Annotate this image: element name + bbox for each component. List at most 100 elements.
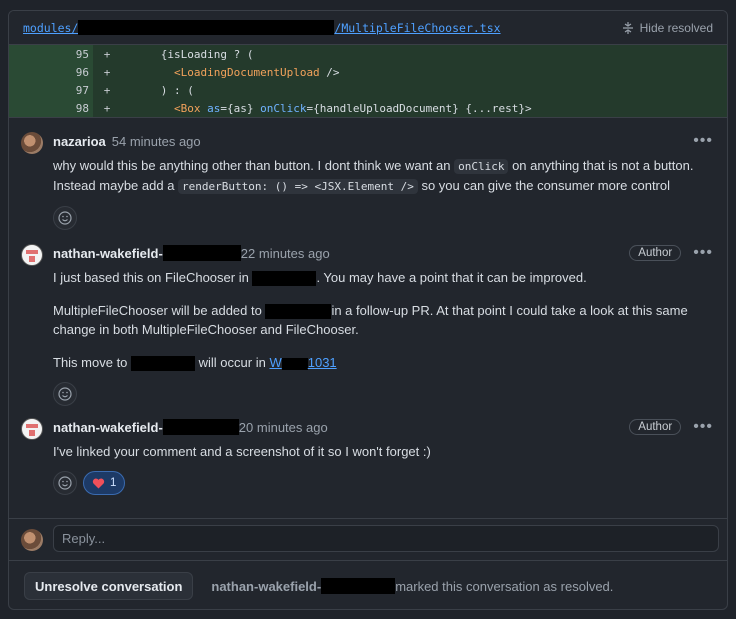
diff-sign: +	[103, 47, 111, 61]
comment-paragraph: MultipleFileChooser will be added to in …	[53, 301, 713, 339]
redacted-text	[281, 357, 308, 370]
comment-body: why would this be anything other than bu…	[53, 156, 713, 196]
file-header: modules/ /MultipleFileChooser.tsx Hide r…	[9, 11, 727, 45]
code-text-post: ={handleUploadDocument} {...rest}>	[306, 101, 532, 115]
add-reaction-button[interactable]	[53, 382, 77, 406]
comment-actions: Author •••	[629, 419, 713, 435]
heart-reaction[interactable]: 1	[83, 471, 126, 495]
diff-line: 97 + ) : (	[9, 81, 727, 99]
comment-author[interactable]: nathan-wakefield-	[53, 246, 163, 261]
kebab-icon[interactable]: •••	[693, 133, 713, 149]
heart-icon	[92, 478, 105, 489]
reactions: 1	[53, 471, 713, 495]
comment-text: Instead maybe add a	[53, 178, 179, 193]
comment-actions: Author •••	[629, 245, 713, 261]
hide-resolved-icon	[622, 21, 633, 34]
comment: nathan-wakefield- 22 minutes ago Author …	[9, 230, 727, 406]
inline-code: onClick	[454, 159, 509, 174]
line-number: 95	[9, 45, 93, 63]
comment-header: nazarioa 54 minutes ago •••	[53, 130, 713, 152]
add-reaction-button[interactable]	[53, 206, 77, 230]
redacted-path	[78, 20, 335, 35]
comment-time[interactable]: 20 minutes ago	[239, 420, 328, 435]
reply-row: Reply...	[9, 518, 727, 560]
smiley-icon	[58, 387, 72, 401]
redacted-name	[162, 419, 239, 435]
comment-text: I just based this on FileChooser in	[53, 270, 253, 285]
code-attr: onClick	[260, 101, 307, 115]
avatar[interactable]	[21, 244, 43, 266]
comment: nathan-wakefield- 20 minutes ago Author …	[9, 404, 727, 500]
redacted-text	[265, 304, 332, 320]
diff-sign: +	[103, 83, 111, 97]
code-text-mid: ={as}	[220, 101, 261, 115]
smiley-icon	[58, 211, 72, 225]
comment-text: so you can give the consumer more contro…	[417, 178, 671, 193]
comment: nazarioa 54 minutes ago ••• why would th…	[9, 118, 727, 230]
hide-resolved-label: Hide resolved	[639, 20, 713, 35]
author-badge: Author	[629, 419, 682, 435]
file-path-suffix[interactable]: /MultipleFileChooser.tsx	[334, 21, 500, 35]
avatar[interactable]	[21, 132, 43, 154]
resolver-name[interactable]: nathan-wakefield-	[211, 579, 321, 594]
comment-header: nathan-wakefield- 22 minutes ago Author …	[53, 242, 713, 264]
comment-paragraph: This move to will occur in W 1031	[53, 353, 713, 372]
diff-sign: +	[103, 101, 111, 115]
reactions	[53, 382, 713, 406]
inline-code: renderButton: () => <JSX.Element />	[178, 179, 418, 194]
issue-link-prefix: W	[269, 355, 282, 370]
diff-line: 96 + <LoadingDocumentUpload />	[9, 63, 727, 81]
issue-link-number: 1031	[307, 355, 337, 370]
comment-text: MultipleFileChooser will be added to	[53, 303, 266, 318]
avatar[interactable]	[21, 418, 43, 440]
diff-snippet: 95 + {isLoading ? ( 96 + <LoadingDocumen…	[9, 45, 727, 118]
comment-author[interactable]: nazarioa	[53, 134, 106, 149]
code-bracket: <	[121, 65, 181, 79]
comment-time[interactable]: 54 minutes ago	[112, 134, 201, 149]
comment-text: . You may have a point that it can be im…	[316, 270, 587, 285]
resolved-status: nathan-wakefield- marked this conversati…	[211, 578, 613, 594]
review-thread: modules/ /MultipleFileChooser.tsx Hide r…	[8, 10, 728, 610]
redacted-text	[131, 356, 196, 372]
thread-footer: Unresolve conversation nathan-wakefield-…	[9, 560, 727, 609]
comment-paragraph: I've linked your comment and a screensho…	[53, 444, 431, 459]
line-number: 96	[9, 63, 93, 81]
comment-body: I just based this on FileChooser in . Yo…	[53, 268, 713, 372]
issue-link[interactable]: W 1031	[269, 355, 336, 370]
comment-body: I've linked your comment and a screensho…	[53, 442, 713, 461]
comment-text: This move to	[53, 355, 132, 370]
kebab-icon[interactable]: •••	[693, 419, 713, 435]
code-text: ) : (	[121, 83, 194, 97]
comment-time[interactable]: 22 minutes ago	[241, 246, 330, 261]
code-text: <LoadingDocumentUpload />	[121, 66, 340, 79]
comment-text: will occur in	[195, 355, 270, 370]
diff-line: 95 + {isLoading ? (	[9, 45, 727, 63]
line-number: 98	[9, 99, 93, 117]
kebab-icon[interactable]: •••	[693, 245, 713, 261]
file-path-prefix[interactable]: modules/	[23, 21, 78, 35]
avatar	[21, 529, 43, 551]
file-path[interactable]: modules/ /MultipleFileChooser.tsx	[23, 20, 501, 35]
comment-paragraph: I just based this on FileChooser in . Yo…	[53, 268, 713, 287]
comment-author[interactable]: nathan-wakefield-	[53, 420, 163, 435]
comment-header: nathan-wakefield- 20 minutes ago Author …	[53, 416, 713, 438]
resolved-text: marked this conversation as resolved.	[395, 578, 614, 594]
comment-text: in a follow-up PR. At that point I could…	[331, 303, 688, 318]
code-bracket: <	[121, 101, 181, 115]
comment-text: change in both MultipleFileChooser and F…	[53, 322, 359, 337]
comment-actions: •••	[693, 133, 713, 149]
reply-input[interactable]: Reply...	[53, 525, 719, 552]
code-text: <Box as={as} onClick={handleUploadDocume…	[121, 102, 532, 115]
comment-text: why would this be anything other than bu…	[53, 158, 455, 173]
redacted-name	[321, 578, 396, 594]
hide-resolved-button[interactable]: Hide resolved	[622, 21, 713, 35]
add-reaction-button[interactable]	[53, 471, 77, 495]
diff-line: 98 + <Box as={as} onClick={handleUploadD…	[9, 99, 727, 117]
reactions	[53, 206, 713, 230]
author-badge: Author	[629, 245, 682, 261]
code-text: {isLoading ? (	[121, 47, 254, 61]
comment-paragraph: why would this be anything other than bu…	[53, 156, 713, 196]
code-attr: as	[200, 101, 221, 115]
unresolve-conversation-button[interactable]: Unresolve conversation	[24, 572, 194, 600]
diff-sign: +	[103, 65, 111, 79]
